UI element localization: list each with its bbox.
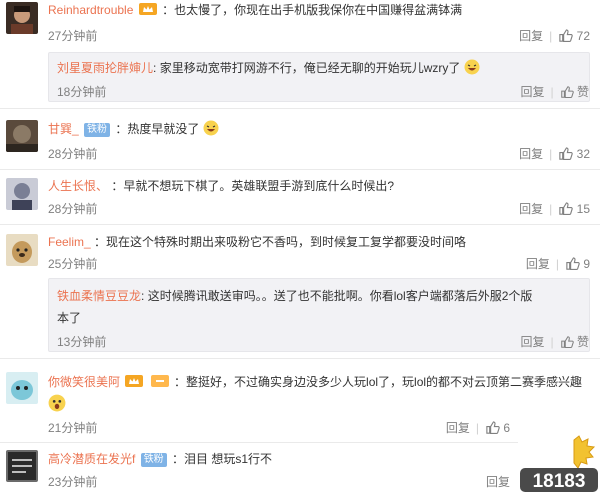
comment-actions: 回复 | 15: [519, 202, 590, 216]
reply-text-continued: 本了: [57, 311, 82, 325]
comment-emoji: [48, 394, 66, 412]
thumbs-up-icon: [560, 86, 574, 99]
comment-text: ：整挺好，不过确实身边没多少人玩lol了，玩lol的都不对云顶第二赛季感兴趣: [174, 375, 583, 389]
comment-line: 人生长恨、 ：早就不想玩下棋了。英雄联盟手游到底什么时候出?: [48, 177, 590, 195]
comment-time: 27分钟前: [48, 29, 98, 43]
comment-item: Reinhardtrouble ：也太慢了，你现在出手机版我保你在中国赚得盆满钵…: [0, 0, 600, 104]
reply-button[interactable]: 回复: [526, 257, 550, 271]
reply-like-button[interactable]: 赞: [560, 85, 589, 99]
comment-actions: 回复 | 72: [519, 29, 590, 43]
comment-item: 你微笑很美阿 ：整挺好，不过确实身边没多少人玩lol了，玩lol的都不对云顶第二…: [0, 364, 600, 442]
comment-username[interactable]: Reinhardtrouble: [48, 3, 133, 17]
comment-time: 28分钟前: [48, 147, 98, 161]
avatar[interactable]: [6, 372, 38, 404]
comment-text: ：泪目 想玩s1行不: [172, 452, 273, 466]
reply-reply-button[interactable]: 回复: [521, 335, 545, 349]
comment-line: Reinhardtrouble ：也太慢了，你现在出手机版我保你在中国赚得盆满钵…: [48, 1, 590, 19]
like-button[interactable]: 72: [558, 29, 590, 43]
comment-actions: 回复 | 6: [445, 421, 510, 435]
thumbs-up-icon: [560, 336, 574, 349]
laughing-emoji-icon: [464, 59, 480, 75]
avatar[interactable]: [6, 450, 38, 482]
thumbs-up-icon: [559, 147, 574, 160]
like-count: 72: [576, 29, 590, 43]
like-count: 6: [503, 421, 510, 435]
avatar[interactable]: [6, 2, 38, 34]
comment-username[interactable]: 人生长恨、: [48, 179, 108, 193]
comment-actions: 回复 | 9: [525, 257, 590, 271]
divider: [0, 442, 518, 443]
reply-actions: 回复 | 赞: [520, 85, 590, 99]
logo-text: 18183: [533, 471, 586, 492]
laughing-emoji-icon: [203, 120, 219, 136]
divider: [0, 108, 600, 109]
comment-username[interactable]: Feelim_: [48, 235, 91, 249]
comment-item: 人生长恨、 ：早就不想玩下棋了。英雄联盟手游到底什么时候出? 28分钟前 回复 |…: [0, 174, 600, 226]
like-count: 32: [576, 147, 590, 161]
reply-time: 13分钟前: [57, 335, 107, 349]
site-logo-watermark: 18183: [518, 434, 600, 496]
fan-badge: 铁粉: [140, 453, 167, 467]
comment-time: 25分钟前: [48, 257, 98, 271]
comment-line: 甘巽_ 铁粉 ：热度早就没了: [48, 120, 590, 138]
divider: [0, 358, 600, 359]
comment-time: 21分钟前: [48, 421, 98, 435]
reply-button[interactable]: 回复: [519, 29, 543, 43]
reply-text: 这时候腾讯敢送审吗。。送了也不能批啊。你看lol客户端都落后外服2个版: [147, 289, 533, 303]
divider: [0, 224, 600, 225]
reply-box: 铁血柔情豆豆龙: 这时候腾讯敢送审吗。。送了也不能批啊。你看lol客户端都落后外…: [48, 278, 590, 352]
avatar[interactable]: [6, 178, 38, 210]
comment-actions: 回复: [486, 474, 510, 490]
comment-username[interactable]: 高冷潜质在发光f: [48, 452, 135, 466]
reply-like-button[interactable]: 赞: [560, 335, 589, 349]
comment-item: 高冷潜质在发光f 铁粉 ：泪目 想玩s1行不 23分钟前 回复: [0, 446, 600, 496]
divider: [0, 169, 600, 170]
comment-time: 28分钟前: [48, 202, 98, 216]
like-button[interactable]: 15: [558, 202, 590, 216]
comment-line: Feelim_ ：现在这个特殊时期出来吸粉它不香吗，到时候复工复学都要没时间咯: [48, 233, 590, 251]
thumbs-up-icon: [486, 421, 500, 434]
like-button[interactable]: 9: [565, 257, 590, 271]
comment-item: 甘巽_ 铁粉 ：热度早就没了 28分钟前 回复 | 32: [0, 114, 600, 170]
reply-line: 铁血柔情豆豆龙: 这时候腾讯敢送审吗。。送了也不能批啊。你看lol客户端都落后外…: [57, 289, 533, 303]
reply-username[interactable]: 铁血柔情豆豆龙: [57, 289, 141, 303]
reply-reply-button[interactable]: 回复: [521, 85, 545, 99]
reply-text: 家里移动宽带打网游不行，俺已经无聊的开始玩儿wzry了: [159, 61, 461, 75]
thumbs-up-icon: [566, 257, 580, 270]
comment-text: ：早就不想玩下棋了。英雄联盟手游到底什么时候出?: [111, 179, 395, 193]
reply-button[interactable]: 回复: [486, 475, 510, 489]
level-badge-icon: [150, 375, 169, 387]
comment-line: 高冷潜质在发光f 铁粉 ：泪目 想玩s1行不: [48, 450, 510, 468]
reply-actions: 回复 | 赞: [520, 335, 590, 349]
reply-username[interactable]: 刘星夏雨抡胖婶儿: [57, 61, 153, 75]
thumbs-up-icon: [559, 29, 574, 42]
reply-button[interactable]: 回复: [519, 147, 543, 161]
comment-line: 你微笑很美阿 ：整挺好，不过确实身边没多少人玩lol了，玩lol的都不对云顶第二…: [48, 373, 590, 391]
scared-emoji-icon: [48, 394, 66, 412]
comment-username[interactable]: 甘巽_: [48, 122, 79, 136]
comment-username[interactable]: 你微笑很美阿: [48, 375, 120, 389]
avatar[interactable]: [6, 120, 38, 152]
like-count: 9: [583, 257, 590, 271]
like-button[interactable]: 32: [558, 147, 590, 161]
reply-line: 刘星夏雨抡胖婶儿: 家里移动宽带打网游不行，俺已经无聊的开始玩儿wzry了: [57, 59, 480, 76]
reply-button[interactable]: 回复: [519, 202, 543, 216]
logo-18183-icon: 18183: [520, 435, 598, 492]
fan-badge: 铁粉: [84, 123, 111, 137]
comment-actions: 回复 | 32: [519, 147, 590, 161]
vip-crown-icon: [125, 375, 144, 387]
like-count: 15: [576, 202, 590, 216]
reply-button[interactable]: 回复: [446, 421, 470, 435]
comment-text: ：现在这个特殊时期出来吸粉它不香吗，到时候复工复学都要没时间咯: [94, 235, 467, 249]
comment-item: Feelim_ ：现在这个特殊时期出来吸粉它不香吗，到时候复工复学都要没时间咯 …: [0, 228, 600, 354]
reply-box: 刘星夏雨抡胖婶儿: 家里移动宽带打网游不行，俺已经无聊的开始玩儿wzry了 18…: [48, 52, 590, 102]
thumbs-up-icon: [559, 202, 574, 215]
like-button[interactable]: 6: [485, 421, 510, 435]
comment-text: ：热度早就没了: [115, 122, 200, 136]
comment-text: ：也太慢了，你现在出手机版我保你在中国赚得盆满钵满: [162, 3, 463, 17]
reply-time: 18分钟前: [57, 85, 107, 99]
avatar[interactable]: [6, 234, 38, 266]
comment-time: 23分钟前: [48, 475, 98, 489]
vip-crown-icon: [138, 3, 157, 15]
